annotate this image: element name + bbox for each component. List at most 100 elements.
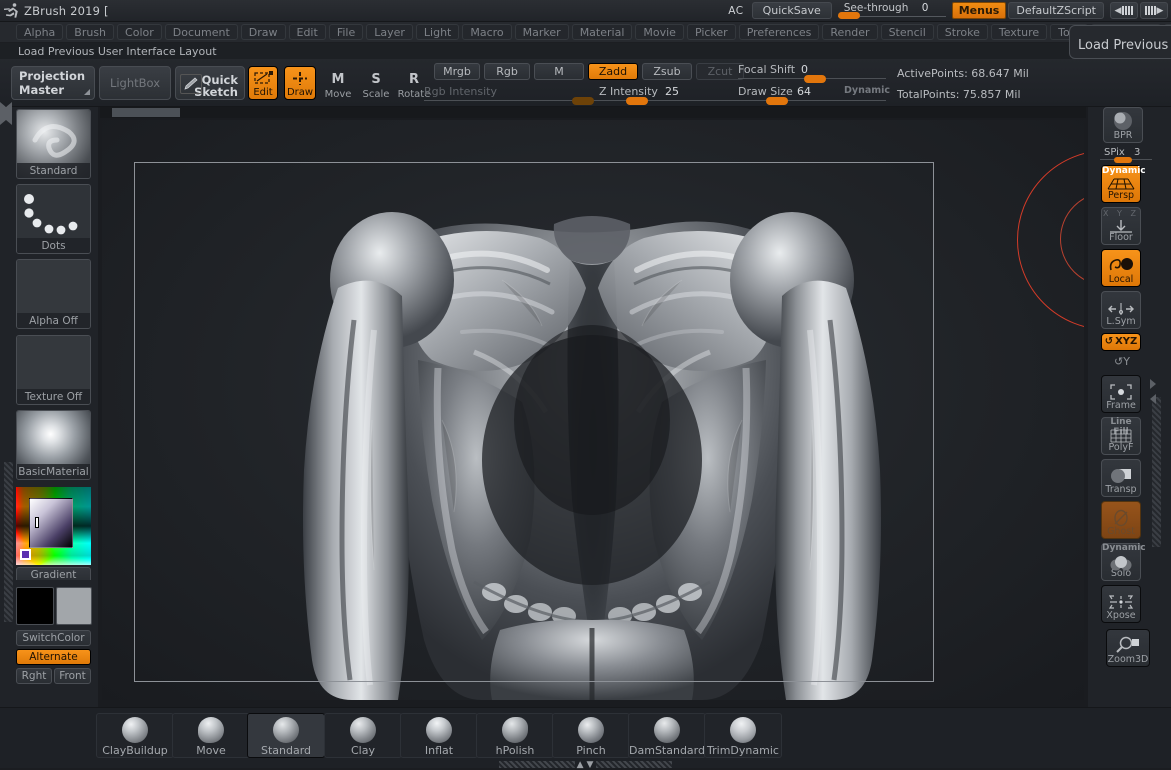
menu-item-movie[interactable]: Movie [635,24,684,40]
quick-sketch-button[interactable]: Quick Sketch [175,66,245,100]
current-texture-swatch[interactable]: Texture Off [16,335,91,405]
menu-item-stroke[interactable]: Stroke [936,24,988,40]
transparency-button[interactable]: Transp [1101,459,1141,497]
menu-item-macro[interactable]: Macro [462,24,512,40]
quicksave-button[interactable]: QuickSave [751,2,832,19]
brush-item-inflat[interactable]: Inflat [400,713,478,758]
rgb-intensity-knob[interactable] [572,97,594,105]
brush-item-move[interactable]: Move [172,713,250,758]
scroll-right-icon[interactable]: ▶ [1140,2,1168,19]
z-intensity-knob[interactable] [626,97,648,105]
gradient-button[interactable]: Gradient [16,567,91,580]
color-picker[interactable]: Gradient [16,487,91,580]
rgb-toggle[interactable]: Rgb [484,63,530,80]
brush-item-hpolish[interactable]: hPolish [476,713,554,758]
left-shelf-expand-left-icon[interactable] [6,102,12,125]
bottom-scroll-right-hatch[interactable] [596,761,673,768]
bpr-button[interactable]: BPR [1103,107,1143,143]
projection-master-button[interactable]: Projection Master [11,66,95,100]
zcut-toggle[interactable]: Zcut [696,63,744,80]
current-stroke-swatch[interactable]: Dots [16,184,91,254]
xpose-button[interactable]: Xpose [1101,585,1141,623]
see-through-knob[interactable] [837,11,860,19]
xyz-button[interactable]: ↺ XYZ [1101,333,1141,351]
focal-shift-knob[interactable] [804,75,826,83]
edit-button[interactable]: Edit [248,66,278,100]
local-button[interactable]: Local [1101,249,1141,287]
rotate-y-button[interactable]: ↺Y [1114,355,1130,368]
right-shelf-expand-left-icon[interactable] [1150,394,1156,404]
scroll-down-icon[interactable]: ▼ [587,760,595,770]
brush-item-claybuildup[interactable]: ClayBuildup [96,713,174,758]
menu-item-edit[interactable]: Edit [288,24,326,40]
primary-color-swatch[interactable] [16,587,54,625]
rgb-intensity-slider[interactable]: Rgb Intensity [424,85,594,105]
spix-knob[interactable] [1114,157,1132,163]
rght-button[interactable]: Rght [16,668,52,684]
draw-size-slider[interactable]: Draw Size 64 Dynamic [738,85,890,105]
brush-item-pinch[interactable]: Pinch [552,713,630,758]
menu-item-picker[interactable]: Picker [686,24,736,40]
mrgb-toggle[interactable]: Mrgb [434,63,480,80]
brush-item-standard[interactable]: Standard [247,713,325,758]
menu-item-brush[interactable]: Brush [66,24,115,40]
menu-item-file[interactable]: File [328,24,364,40]
focal-shift-slider[interactable]: Focal Shift 0 [738,63,886,83]
brush-item-damstandard[interactable]: DamStandard [628,713,706,758]
secondary-color-swatch[interactable] [56,587,92,625]
menu-item-preferences[interactable]: Preferences [738,24,820,40]
brush-item-trimdynamic[interactable]: TrimDynamic [704,713,782,758]
default-zscript-button[interactable]: DefaultZScript [1008,2,1104,19]
left-shelf-drag-handle[interactable] [4,462,13,622]
scroll-left-icon[interactable]: ◀ [1110,2,1138,19]
total-points-label: TotalPoints: 75.857 Mil [897,88,1021,101]
solo-button[interactable]: Dynamic Solo [1101,543,1146,581]
scale-button[interactable]: S Scale [360,66,392,101]
menu-item-color[interactable]: Color [117,24,162,40]
ghost-button[interactable]: Ghost [1101,501,1141,539]
right-shelf-drag-handle[interactable] [1152,397,1161,547]
current-brush-swatch[interactable]: Standard [16,109,91,179]
zsub-toggle[interactable]: Zsub [642,63,692,80]
brush-item-clay[interactable]: Clay [324,713,402,758]
m-toggle[interactable]: M [534,63,584,80]
current-alpha-swatch[interactable]: Alpha Off [16,259,91,329]
move-button[interactable]: M Move [322,66,354,101]
canvas-horizontal-scrollbar[interactable] [100,107,1086,118]
see-through-slider[interactable]: See-through 0 [837,0,946,22]
menu-item-alpha[interactable]: Alpha [16,24,64,40]
floor-button[interactable]: X Y Z Floor [1101,207,1141,245]
right-shelf-expand-right-icon[interactable] [1150,379,1156,389]
canvas-hscroll-thumb[interactable] [112,108,180,117]
draw-size-knob[interactable] [766,97,788,105]
bottom-scroll-left-hatch[interactable] [498,761,575,768]
menu-item-texture[interactable]: Texture [990,24,1048,40]
zoom3d-button[interactable]: Zoom3D [1106,629,1150,667]
frame-button[interactable]: Frame [1101,375,1141,413]
z-intensity-slider[interactable]: Z Intensity 25 [594,85,744,105]
polyframe-button[interactable]: Line Fill PolyF [1101,417,1141,455]
menu-item-marker[interactable]: Marker [514,24,569,40]
draw-button[interactable]: Draw [284,66,316,100]
menu-item-draw[interactable]: Draw [240,24,286,40]
current-material-swatch[interactable]: BasicMaterial [16,410,91,480]
alternate-button[interactable]: Alternate [16,649,91,665]
spix-slider[interactable]: SPix 3 [1100,147,1152,163]
zadd-toggle[interactable]: Zadd [588,63,638,80]
menu-item-material[interactable]: Material [571,24,633,40]
front-button[interactable]: Front [54,668,91,684]
menus-toggle-button[interactable]: Menus [951,2,1007,19]
local-pivot-icon [1102,254,1140,276]
menu-item-layer[interactable]: Layer [366,24,413,40]
menu-item-document[interactable]: Document [164,24,238,40]
document-canvas[interactable] [102,120,1084,700]
switch-color-button[interactable]: SwitchColor [16,630,91,646]
lightbox-button[interactable]: LightBox [99,66,171,100]
menu-item-light[interactable]: Light [415,24,460,40]
menu-item-render[interactable]: Render [822,24,878,40]
perspective-button[interactable]: Dynamic Persp [1101,165,1146,203]
local-symmetry-button[interactable]: L.Sym [1101,291,1141,329]
scroll-up-icon[interactable]: ▲ [577,760,585,770]
menu-item-stencil[interactable]: Stencil [880,24,934,40]
ghost-icon [1102,507,1140,529]
